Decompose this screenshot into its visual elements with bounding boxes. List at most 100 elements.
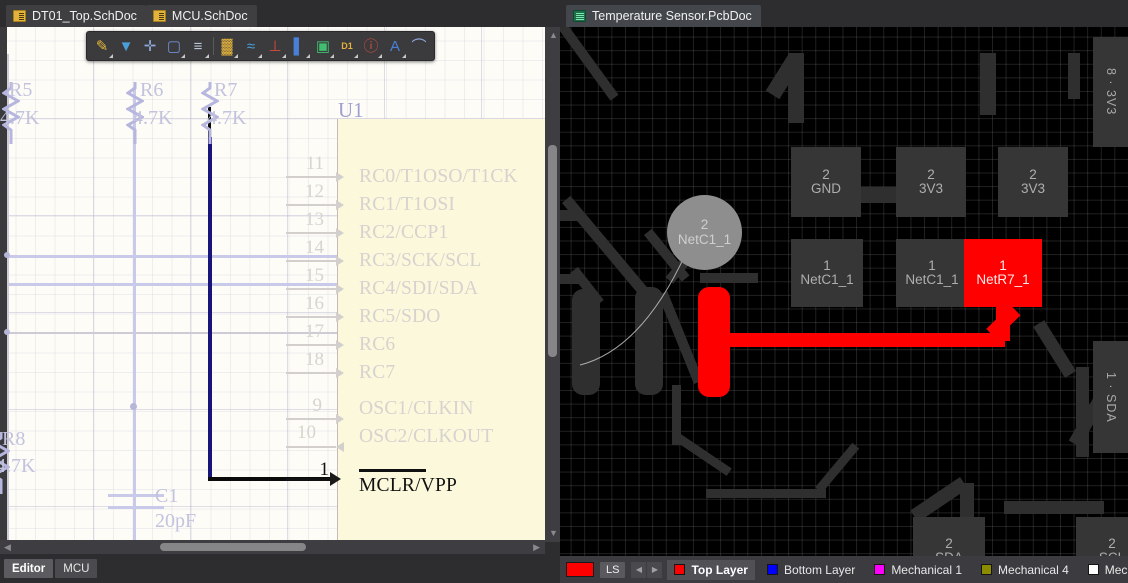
- bottom-tab-label: Editor: [12, 562, 46, 575]
- smd-pad[interactable]: [572, 289, 600, 395]
- dropdown-caret-icon[interactable]: [205, 54, 209, 58]
- scroll-up-icon[interactable]: ▲: [549, 31, 558, 40]
- area-select-icon: ▢: [166, 37, 182, 55]
- scroll-left-icon[interactable]: ◀: [4, 543, 11, 552]
- schematic-horizontal-scrollbar[interactable]: ◀ ▶: [0, 540, 545, 554]
- pin-number: 15: [305, 265, 324, 286]
- pad-number: 2: [945, 535, 953, 551]
- pad-gnd[interactable]: 2 GND: [791, 147, 861, 217]
- copper-trace[interactable]: [706, 489, 826, 498]
- document-tab-dt01-top[interactable]: DT01_Top.SchDoc: [6, 5, 146, 27]
- pad-netc1-1-left[interactable]: 1 NetC1_1: [791, 239, 863, 307]
- pad-3v3-left[interactable]: 2 3V3: [896, 147, 966, 217]
- layer-color-swatch: [674, 564, 686, 575]
- pin-number: 11: [305, 153, 324, 174]
- layer-tab-bottom-layer[interactable]: Bottom Layer: [760, 560, 862, 580]
- pad-sda-edge-vertical[interactable]: 1 · SDA: [1093, 341, 1128, 453]
- layer-sets-button[interactable]: LS: [600, 561, 626, 578]
- dropdown-caret-icon[interactable]: [354, 54, 358, 58]
- copper-trace[interactable]: [1004, 501, 1104, 514]
- layer-tab-mechanical-4[interactable]: Mechanical 4: [974, 560, 1076, 580]
- copper-trace[interactable]: [1068, 53, 1080, 99]
- layer-tab-mechanical-16[interactable]: Mechanical 16: [1081, 560, 1128, 580]
- layer-nav-arrows: ◀ ▶: [631, 561, 663, 578]
- pin-number: 1: [319, 459, 330, 480]
- filter-tool[interactable]: ▼: [114, 33, 138, 59]
- scroll-down-icon[interactable]: ▼: [549, 529, 558, 538]
- pin-label: RC3/SCK/SCL: [359, 250, 482, 271]
- dropdown-caret-icon[interactable]: [378, 54, 382, 58]
- pad-netc1-1-round-highlighted[interactable]: 2 NetC1_1: [667, 195, 742, 270]
- pad-netr7-1-red[interactable]: 1 NetR7_1: [964, 239, 1042, 307]
- place-gnd-power-port-tool[interactable]: ⊥: [263, 33, 287, 59]
- capacitor-c1-refdes: C1: [155, 485, 179, 507]
- pad-3v3-edge-vertical[interactable]: 8 · 3V3: [1093, 37, 1128, 147]
- pad-netname: NetC1_1: [905, 272, 959, 287]
- copper-trace[interactable]: [560, 210, 582, 221]
- place-bus-tool[interactable]: ≈: [239, 33, 263, 59]
- place-no-erc-tool[interactable]: ⓘ: [359, 33, 383, 59]
- pin-wire: [286, 446, 336, 448]
- place-text-tool[interactable]: A: [383, 33, 407, 59]
- dropdown-caret-icon[interactable]: [234, 54, 238, 58]
- layer-prev-icon[interactable]: ◀: [631, 561, 647, 578]
- vertical-scroll-thumb[interactable]: [548, 145, 557, 357]
- pad-number: 2: [927, 166, 935, 182]
- schematic-wire[interactable]: [133, 87, 136, 542]
- dropdown-caret-icon[interactable]: [258, 54, 262, 58]
- place-part-tool[interactable]: ▓: [215, 33, 239, 59]
- dropdown-caret-icon[interactable]: [181, 54, 185, 58]
- schematic-wire-selected[interactable]: [208, 137, 212, 480]
- pin-arrow-icon: [330, 472, 341, 486]
- pin-arrow-icon: [336, 172, 344, 182]
- pin-wire: [286, 344, 336, 346]
- copper-trace[interactable]: [980, 53, 996, 115]
- pin-wire: [286, 418, 336, 420]
- pad-scl[interactable]: 2 SCL: [1076, 517, 1128, 556]
- align-tool[interactable]: ≡: [186, 33, 214, 59]
- place-designator-tool[interactable]: D1: [335, 33, 359, 59]
- routed-track-red-horizontal[interactable]: [720, 333, 1005, 347]
- dropdown-caret-icon[interactable]: [330, 54, 334, 58]
- document-tab-mcu[interactable]: MCU.SchDoc: [145, 5, 257, 27]
- schematic-wire[interactable]: [7, 255, 337, 258]
- layer-tab-label: Mechanical 4: [998, 562, 1069, 577]
- scroll-right-icon[interactable]: ▶: [533, 543, 540, 552]
- bottom-tab-mcu[interactable]: MCU: [55, 559, 98, 578]
- pcb-canvas[interactable]: 2 GND 2 3V3 2 3V3 2 NetC1_1 1 NetC1_1 1 …: [560, 27, 1128, 556]
- area-select-tool[interactable]: ▢: [162, 33, 186, 59]
- pad-sda[interactable]: 2 SDA: [913, 517, 985, 556]
- dropdown-caret-icon[interactable]: [109, 54, 113, 58]
- place-net-label-tool[interactable]: ▌: [287, 33, 311, 59]
- crosshair-place-tool[interactable]: ✛: [138, 33, 162, 59]
- pin-number: 9: [312, 395, 323, 416]
- smd-pad[interactable]: [635, 287, 663, 395]
- pad-netc1-1-right[interactable]: 1 NetC1_1: [896, 239, 968, 307]
- schematic-wire[interactable]: [7, 283, 337, 286]
- dropdown-caret-icon[interactable]: [282, 54, 286, 58]
- schematic-canvas[interactable]: U1 R5 4.7K R6 4.7K R7 4.7K R8 4.7K C1 20…: [0, 27, 545, 542]
- layer-tab-mechanical-1[interactable]: Mechanical 1: [867, 560, 969, 580]
- document-tab-label: DT01_Top.SchDoc: [32, 9, 137, 23]
- schematic-vertical-scrollbar[interactable]: ▲ ▼: [545, 27, 560, 542]
- copper-trace[interactable]: [1076, 367, 1089, 457]
- resistor-r7-value: 4.7K: [207, 107, 247, 129]
- dropdown-caret-icon[interactable]: [402, 54, 406, 58]
- layer-tab-top-layer[interactable]: Top Layer: [667, 559, 755, 580]
- bottom-tab-editor[interactable]: Editor: [4, 559, 54, 578]
- document-tab-temperature-sensor-pcb[interactable]: Temperature Sensor.PcbDoc: [566, 5, 761, 27]
- horizontal-scroll-thumb[interactable]: [160, 543, 306, 551]
- dropdown-caret-icon[interactable]: [306, 54, 310, 58]
- copper-trace[interactable]: [560, 274, 580, 284]
- pin-label: OSC1/CLKIN: [359, 398, 474, 419]
- place-sheet-symbol-tool[interactable]: ▣: [311, 33, 335, 59]
- active-layer-color-swatch[interactable]: [566, 562, 594, 577]
- schematic-wire[interactable]: [7, 332, 337, 334]
- pad-3v3-right[interactable]: 2 3V3: [998, 147, 1068, 217]
- place-wire-tool[interactable]: ✎: [90, 33, 114, 59]
- copper-trace[interactable]: [700, 273, 758, 283]
- place-arc-tool[interactable]: ⌒: [407, 33, 431, 59]
- resistor-r7-refdes: R7: [214, 79, 238, 101]
- layer-next-icon[interactable]: ▶: [647, 561, 663, 578]
- schematic-editor-pane: DT01_Top.SchDoc MCU.SchDoc U1 R5 4.7K R6…: [0, 0, 560, 583]
